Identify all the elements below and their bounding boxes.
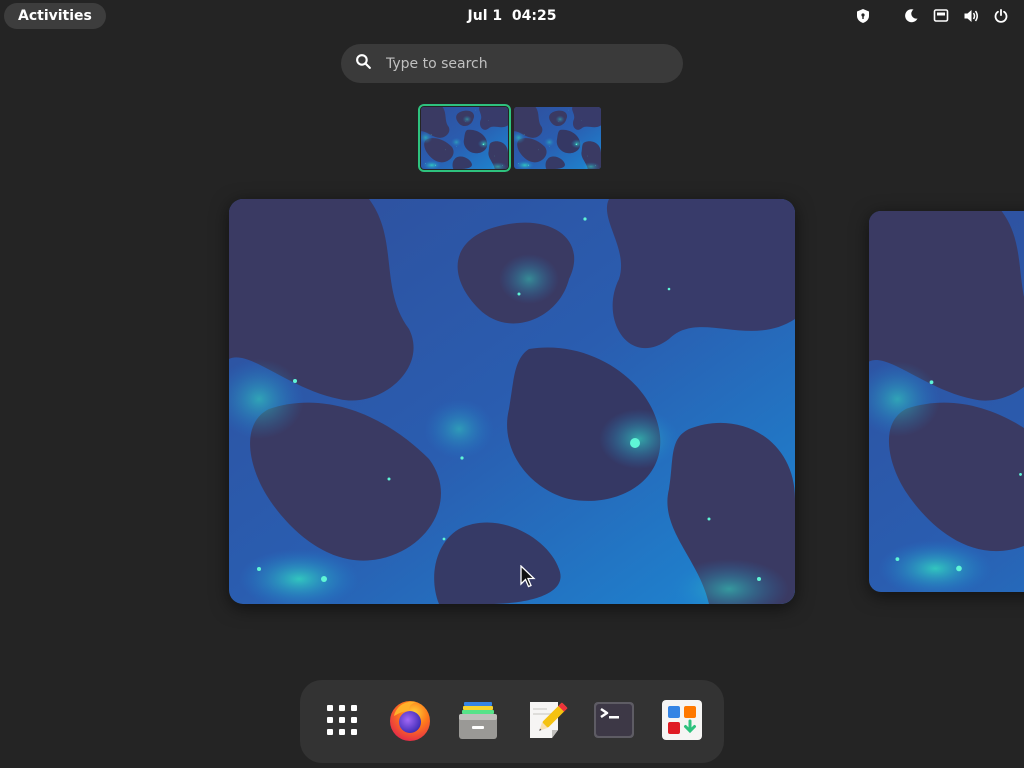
text-editor-icon bbox=[526, 698, 570, 746]
search-bar[interactable] bbox=[341, 44, 683, 83]
search-icon bbox=[355, 53, 372, 74]
power-icon[interactable] bbox=[992, 7, 1010, 25]
files-launcher[interactable] bbox=[456, 700, 500, 744]
clock-button[interactable]: Jul 1 04:25 bbox=[468, 8, 557, 24]
dash-dock bbox=[300, 680, 724, 763]
text-editor-launcher[interactable] bbox=[526, 700, 570, 744]
top-bar: Activities Jul 1 04:25 bbox=[0, 0, 1024, 32]
software-launcher[interactable] bbox=[660, 700, 704, 744]
workspace-preview-next[interactable] bbox=[869, 211, 1024, 592]
app-grid-icon bbox=[320, 698, 364, 746]
show-apps-button[interactable] bbox=[320, 700, 364, 744]
clock-time: 04:25 bbox=[511, 8, 557, 24]
activities-button[interactable]: Activities bbox=[4, 3, 106, 29]
workspace-thumbnail-1[interactable] bbox=[418, 104, 511, 172]
network-wired-icon[interactable] bbox=[932, 7, 950, 25]
volume-icon[interactable] bbox=[962, 7, 980, 25]
firefox-launcher[interactable] bbox=[388, 700, 432, 744]
software-icon bbox=[660, 698, 704, 746]
terminal-launcher[interactable] bbox=[592, 700, 636, 744]
workspace-thumbnail-2[interactable] bbox=[514, 107, 601, 169]
night-light-icon[interactable] bbox=[902, 7, 920, 25]
system-tray[interactable] bbox=[854, 6, 1010, 26]
mouse-pointer-icon bbox=[520, 564, 538, 589]
workspace-preview-current[interactable] bbox=[229, 199, 795, 604]
firefox-icon bbox=[388, 698, 432, 746]
terminal-icon bbox=[592, 698, 636, 746]
clock-date: Jul 1 bbox=[467, 8, 503, 24]
privacy-shield-icon[interactable] bbox=[854, 7, 872, 25]
search-input[interactable] bbox=[384, 54, 648, 73]
files-icon bbox=[456, 698, 500, 746]
